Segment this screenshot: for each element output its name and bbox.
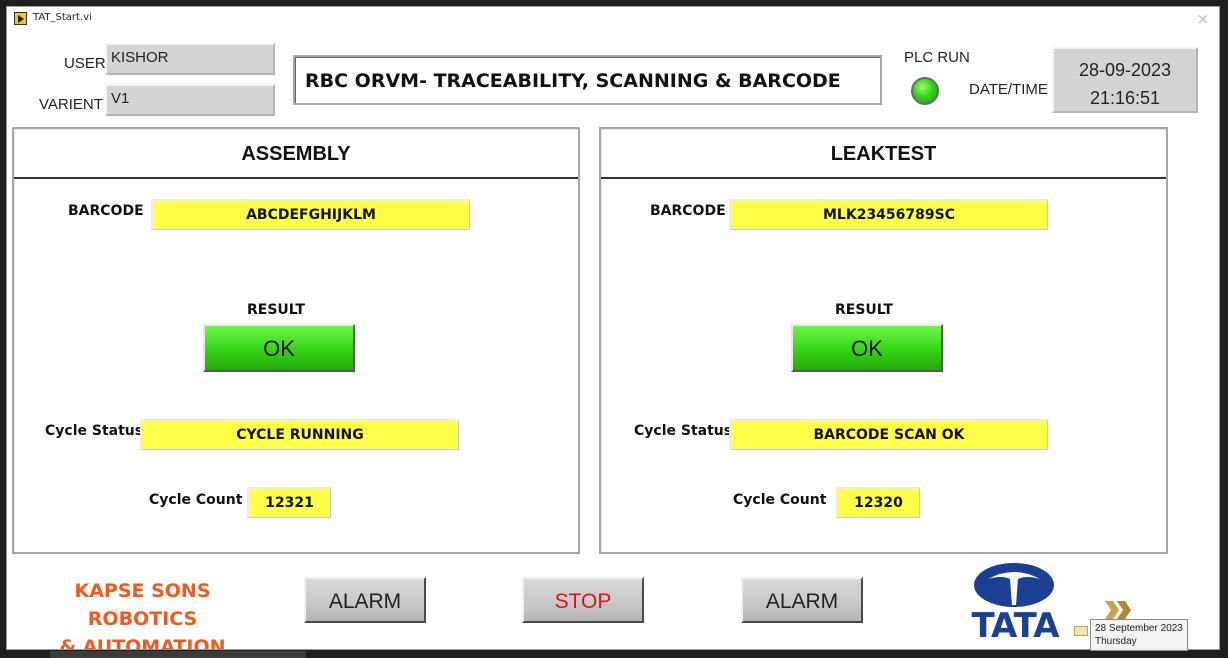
assembly-cycle-count-label: Cycle Count — [149, 492, 243, 508]
leaktest-result-button[interactable]: OK — [791, 324, 943, 372]
labview-run-icon — [14, 12, 27, 25]
alarm-button-right[interactable]: ALARM — [741, 577, 863, 623]
leaktest-section: LEAKTEST BARCODE MLK23456789SC RESULT OK… — [599, 127, 1168, 554]
date-value: 28-09-2023 — [1078, 60, 1172, 80]
company-name: KAPSE SONS ROBOTICS & AUTOMATION — [20, 577, 265, 650]
datetime-display: 28-09-2023 21:16:51 — [1052, 47, 1198, 113]
datetime-label: DATE/TIME — [969, 81, 1048, 98]
leaktest-barcode-label: BARCODE — [650, 203, 726, 219]
keyboard-icon — [1074, 626, 1088, 636]
title-bar: TAT_Start.vi × — [7, 7, 1219, 31]
variant-label: VARIENT — [39, 96, 103, 113]
close-icon[interactable]: × — [1196, 10, 1209, 28]
leaktest-cycle-count-field[interactable]: 12320 — [836, 487, 920, 518]
page-title: RBC ORVM- TRACEABILITY, SCANNING & BARCO… — [293, 55, 882, 105]
assembly-result-label: RESULT — [247, 302, 305, 318]
company-line-1: KAPSE SONS ROBOTICS — [74, 580, 211, 630]
variant-field[interactable]: V1 — [105, 84, 275, 116]
time-value: 21:16:51 — [1089, 88, 1161, 108]
leaktest-cycle-status-label: Cycle Status — [634, 423, 733, 439]
plc-run-label: PLC RUN — [904, 49, 970, 66]
plc-run-indicator-icon — [911, 77, 939, 105]
assembly-barcode-label: BARCODE — [68, 203, 144, 219]
assembly-title: ASSEMBLY — [14, 129, 578, 179]
app-window: TAT_Start.vi × USER KISHOR VARIENT V1 RB… — [6, 6, 1220, 650]
assembly-section: ASSEMBLY BARCODE ABCDEFGHIJKLM RESULT OK… — [12, 127, 580, 554]
window-title: TAT_Start.vi — [33, 12, 92, 23]
tooltip-date: 28 September 2023 — [1095, 623, 1183, 634]
tata-wordmark: TATA — [971, 606, 1059, 646]
user-field[interactable]: KISHOR — [105, 43, 275, 75]
leaktest-cycle-status-field[interactable]: BARCODE SCAN OK — [729, 419, 1048, 450]
assembly-cycle-status-label: Cycle Status — [45, 423, 144, 439]
stop-button[interactable]: STOP — [522, 577, 644, 623]
assembly-cycle-count-field[interactable]: 12321 — [247, 487, 331, 518]
leaktest-barcode-field[interactable]: MLK23456789SC — [729, 199, 1048, 230]
assembly-cycle-status-field[interactable]: CYCLE RUNNING — [140, 419, 459, 450]
user-label: USER — [64, 55, 106, 72]
taskbar-fragment — [50, 651, 306, 658]
alarm-button-left[interactable]: ALARM — [304, 577, 426, 623]
tooltip-day: Thursday — [1095, 636, 1137, 647]
leaktest-cycle-count-label: Cycle Count — [733, 492, 827, 508]
leaktest-title: LEAKTEST — [601, 129, 1166, 179]
front-panel: USER KISHOR VARIENT V1 RBC ORVM- TRACEAB… — [8, 31, 1212, 649]
leaktest-result-label: RESULT — [835, 302, 893, 318]
date-tooltip: 28 September 2023 Thursday — [1090, 619, 1188, 651]
assembly-result-button[interactable]: OK — [203, 324, 355, 372]
company-line-2: & AUTOMATION — [59, 636, 226, 650]
secondary-logo-icon — [1105, 601, 1131, 619]
assembly-barcode-field[interactable]: ABCDEFGHIJKLM — [151, 199, 470, 230]
